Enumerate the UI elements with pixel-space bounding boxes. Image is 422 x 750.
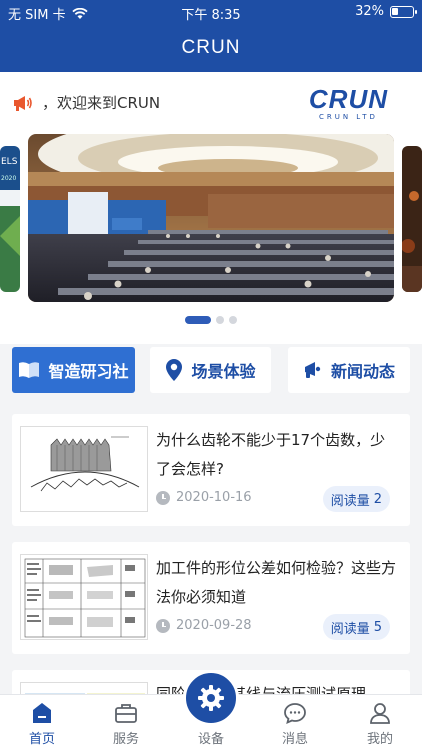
conference-banner[interactable] [28, 134, 394, 302]
chat-bubble-icon [284, 703, 306, 725]
article-meta: 2020-10-16 [156, 490, 252, 505]
news-button[interactable]: 新闻动态 [288, 347, 410, 393]
read-count-label: 阅读量 [330, 621, 370, 637]
banner-next-slide[interactable] [402, 146, 422, 292]
pagination-dot[interactable] [229, 316, 237, 324]
welcome-notice[interactable]: ，欢迎来到CRUN [12, 92, 160, 113]
battery-percent: 32% [355, 4, 384, 19]
study-club-label: 智造研习社 [48, 362, 129, 381]
tab-services-label: 服务 [112, 732, 139, 747]
article-thumbnail-gear [20, 426, 148, 512]
home-icon [33, 703, 51, 723]
logo-subtitle: CRUN LTD [318, 113, 378, 121]
read-count-value: 5 [373, 619, 382, 635]
tab-home-label: 首页 [28, 732, 55, 747]
article-card[interactable]: 为什么齿轮不能少于17个齿数，少了会怎样? 2020-10-16 阅读量 2 [12, 414, 410, 526]
banner-prev-slide[interactable]: ELS 2020 [0, 146, 20, 292]
article-date: 2020-09-28 [176, 618, 252, 633]
megaphone-icon [304, 362, 321, 378]
user-icon [370, 703, 390, 724]
read-count-badge: 阅读量 5 [322, 614, 390, 640]
quick-links: 智造研习社 场景体验 新闻动态 [0, 344, 422, 396]
read-count-label: 阅读量 [330, 493, 370, 509]
tab-home[interactable]: 首页 [0, 695, 84, 750]
article-meta: 2020-09-28 [156, 618, 252, 633]
article-title: 加工件的形位公差如何检验？这些方法你必须知道 [156, 559, 397, 606]
next-slide-image [402, 146, 422, 292]
tab-profile[interactable]: 我的 [338, 695, 422, 750]
read-count-badge: 阅读量 2 [322, 486, 390, 512]
read-count-value: 2 [373, 491, 382, 507]
devices-center-button[interactable] [183, 670, 239, 726]
page-title: CRUN [181, 37, 241, 58]
prev-slide-text-2: 2020 [1, 175, 16, 182]
pagination-dot-active[interactable] [185, 316, 211, 324]
banner-pagination [0, 316, 422, 324]
megaphone-icon [14, 95, 32, 111]
tab-services[interactable]: 服务 [84, 695, 168, 750]
app-title-bar: CRUN [0, 24, 422, 72]
prev-slide-text-1: ELS [1, 157, 18, 167]
article-title: 为什么齿轮不能少于17个齿数，少了会怎样? [156, 431, 386, 478]
welcome-text: ，欢迎来到CRUN [42, 94, 161, 112]
tab-devices-label: 设备 [197, 732, 224, 747]
article-card[interactable]: 加工件的形位公差如何检验？这些方法你必须知道 2020-09-28 阅读量 5 [12, 542, 410, 654]
tab-messages-label: 消息 [281, 732, 308, 747]
article-date: 2020-10-16 [176, 490, 252, 505]
logo-word: CRUN [308, 84, 388, 114]
conference-hall-image [28, 134, 394, 302]
scene-experience-button[interactable]: 场景体验 [150, 347, 271, 393]
crun-logo: CRUN CRUN LTD [309, 86, 388, 121]
book-icon [19, 362, 40, 378]
prev-slide-image: ELS 2020 [0, 146, 20, 292]
article-thumbnail-tolerance [20, 554, 148, 640]
tab-profile-label: 我的 [366, 732, 393, 747]
battery-icon [390, 5, 417, 18]
pagination-dot[interactable] [216, 316, 224, 324]
gear-icon [198, 685, 224, 711]
study-club-button[interactable]: 智造研习社 [12, 347, 135, 393]
news-label: 新闻动态 [330, 362, 395, 381]
status-bar: 无 SIM 卡 下午 8:35 32% [0, 0, 422, 24]
clock-icon [156, 618, 170, 633]
briefcase-icon [115, 704, 137, 723]
tab-messages[interactable]: 消息 [253, 695, 337, 750]
scene-experience-label: 场景体验 [191, 362, 256, 381]
clock-icon [156, 490, 170, 505]
location-pin-icon [166, 359, 183, 381]
